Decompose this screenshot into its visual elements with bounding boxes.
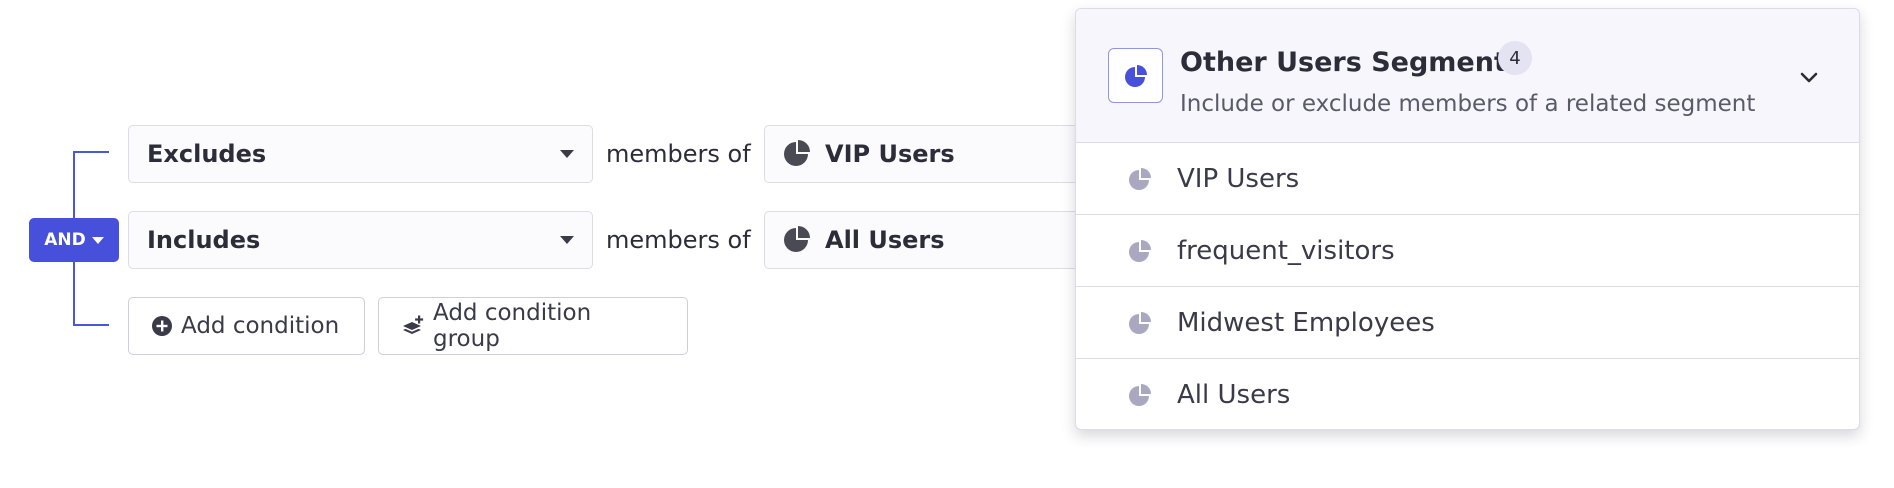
layers-plus-icon	[403, 315, 424, 334]
logic-operator-label: AND	[44, 230, 86, 250]
segment-option-label: All Users	[1177, 380, 1291, 410]
add-condition-button[interactable]: Add condition	[128, 297, 365, 355]
segment-pie-icon	[784, 226, 810, 252]
caret-down-icon	[560, 150, 574, 158]
segment-pie-icon	[1124, 64, 1147, 87]
chevron-down-icon[interactable]	[1797, 65, 1821, 89]
condition-2-connector-text: members of	[606, 226, 751, 254]
segments-group-icon-box	[1108, 48, 1163, 103]
add-condition-group-label: Add condition group	[433, 300, 592, 352]
dropdown-title: Other Users Segments	[1180, 47, 1523, 78]
condition-2-operator-select[interactable]: Includes	[128, 211, 593, 269]
segment-pie-icon	[1129, 311, 1151, 334]
caret-down-icon	[91, 236, 104, 244]
segment-pie-icon	[1129, 167, 1151, 190]
condition-1-segment-select[interactable]: VIP Users	[764, 125, 1094, 183]
add-condition-group-button[interactable]: Add condition group	[378, 297, 688, 355]
segment-pie-icon	[1129, 239, 1151, 262]
segment-option[interactable]: All Users	[1076, 359, 1859, 429]
segment-pie-icon	[1129, 384, 1151, 406]
condition-1-operator-select[interactable]: Excludes	[128, 125, 593, 183]
dropdown-subtitle: Include or exclude members of a related …	[1180, 91, 1756, 117]
logic-operator-button[interactable]: AND	[29, 218, 119, 262]
segment-option-label: Midwest Employees	[1177, 307, 1435, 338]
plus-circle-icon	[152, 316, 172, 336]
caret-down-icon	[560, 236, 574, 244]
segment-option[interactable]: VIP Users	[1076, 143, 1859, 215]
condition-2-segment-select[interactable]: All Users	[764, 211, 1094, 269]
segment-option[interactable]: frequent_visitors	[1076, 215, 1859, 287]
condition-1-operator-value: Excludes	[147, 140, 267, 168]
condition-2-segment-value: All Users	[825, 226, 945, 254]
dropdown-header[interactable]: Other Users Segments 4 Include or exclud…	[1076, 9, 1859, 143]
segment-condition-editor: AND Excludes members of VIP Users Includ…	[0, 0, 1894, 488]
segment-count-badge: 4	[1498, 41, 1532, 75]
segments-dropdown: Other Users Segments 4 Include or exclud…	[1075, 8, 1860, 430]
condition-1-connector-text: members of	[606, 140, 751, 168]
condition-2-operator-value: Includes	[147, 226, 261, 254]
add-condition-label: Add condition	[181, 313, 340, 339]
condition-1-segment-value: VIP Users	[825, 140, 955, 168]
segment-option-label: frequent_visitors	[1177, 235, 1395, 266]
segment-option[interactable]: Midwest Employees	[1076, 287, 1859, 359]
segment-option-label: VIP Users	[1177, 163, 1300, 194]
segment-pie-icon	[784, 140, 810, 166]
